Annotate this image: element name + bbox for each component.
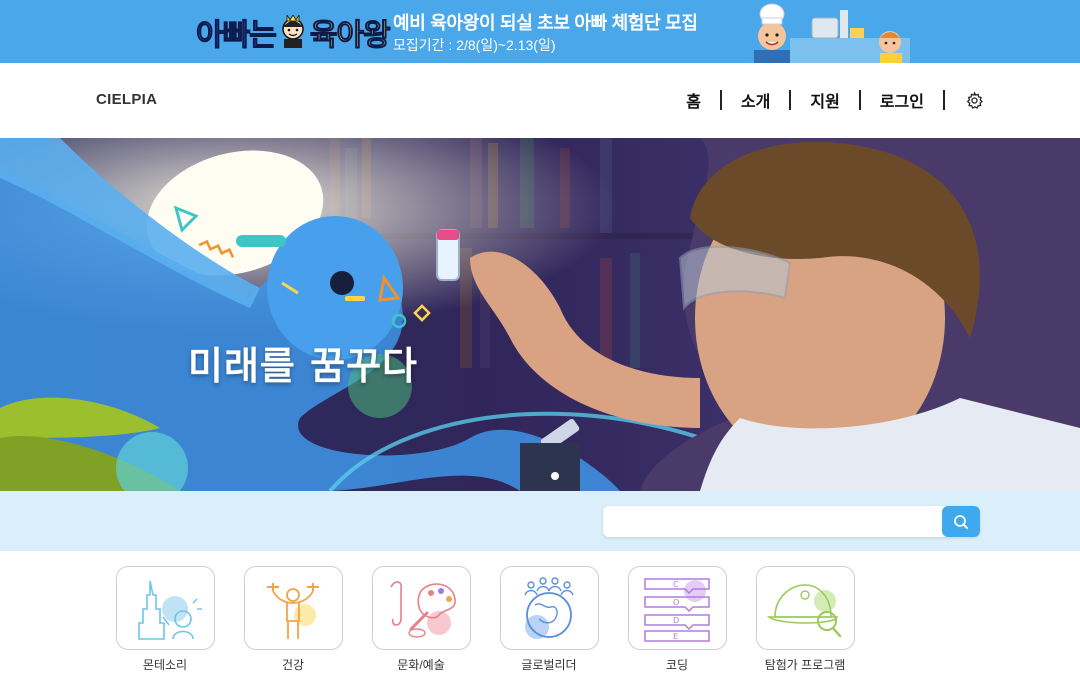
search-icon xyxy=(954,514,969,529)
promo-period: 모집기간 : 2/8(일)~2.13(일) xyxy=(393,37,556,53)
globe-icon xyxy=(524,577,574,639)
category-montessori[interactable]: 몬테소리 xyxy=(115,566,215,673)
category-card[interactable] xyxy=(371,566,471,650)
search-button[interactable] xyxy=(942,506,980,537)
category-health[interactable]: 건강 xyxy=(243,566,343,673)
search-input[interactable] xyxy=(603,506,943,537)
promo-logo: 아빠는 육아왕 xyxy=(196,6,391,58)
category-card[interactable] xyxy=(755,566,855,650)
nav-divider xyxy=(943,90,945,110)
brand-logo[interactable]: CIELPIA xyxy=(96,91,157,108)
gear-icon[interactable] xyxy=(964,90,984,110)
nav-login[interactable]: 로그인 xyxy=(880,88,924,112)
nav-support[interactable]: 지원 xyxy=(810,88,839,112)
explorer-icon xyxy=(766,584,842,638)
category-label: 글로벌리더 xyxy=(521,658,577,672)
art-icon xyxy=(390,581,456,638)
category-card[interactable]: C O D E xyxy=(627,566,727,650)
category-label: 건강 xyxy=(281,658,305,672)
promo-logo-part1: 아빠는 xyxy=(196,18,278,54)
carousel-indicator[interactable] xyxy=(551,472,559,480)
promo-text: 예비 육아왕이 되실 초보 아빠 체험단 모집 모집기간 : 2/8(일)~2.… xyxy=(393,12,698,55)
chef-dad-illustration xyxy=(754,3,910,63)
nav-about[interactable]: 소개 xyxy=(741,88,770,112)
category-culture-art[interactable]: 문화/예술 xyxy=(371,566,471,673)
main-nav: 홈 소개 지원 로그인 xyxy=(686,87,984,113)
promo-title: 예비 육아왕이 되실 초보 아빠 체험단 모집 xyxy=(393,13,698,33)
nav-divider xyxy=(719,90,722,110)
coding-icon: C O D E xyxy=(644,578,710,642)
hero-illustration xyxy=(0,138,1080,491)
category-list: 몬테소리 건강 문화/예술 글로벌리더 C O D E 코딩 탐험가 프로그램 xyxy=(115,566,883,673)
category-card[interactable] xyxy=(115,566,215,650)
search-box xyxy=(603,506,980,537)
montessori-icon xyxy=(138,580,202,640)
site-header: CIELPIA 홈 소개 지원 로그인 xyxy=(0,63,1080,138)
nav-divider xyxy=(789,90,792,110)
svg-text:E: E xyxy=(673,632,678,641)
category-card[interactable] xyxy=(499,566,599,650)
category-coding[interactable]: C O D E 코딩 xyxy=(627,566,727,673)
hero-banner: 미래를 꿈꾸다 xyxy=(0,138,1080,491)
category-label: 코딩 xyxy=(665,658,689,672)
category-global-leader[interactable]: 글로벌리더 xyxy=(499,566,599,673)
category-label: 문화/예술 xyxy=(397,658,445,672)
svg-text:C: C xyxy=(673,580,679,589)
nav-home[interactable]: 홈 xyxy=(686,88,701,112)
hero-title: 미래를 꿈꾸다 xyxy=(188,344,418,388)
dad-face-icon xyxy=(282,15,304,48)
category-label: 탐험가 프로그램 xyxy=(764,658,846,672)
health-icon xyxy=(267,583,319,639)
category-card[interactable] xyxy=(243,566,343,650)
search-section xyxy=(0,491,1080,551)
promo-logo-part2: 육아왕 xyxy=(309,18,391,54)
promo-banner[interactable]: 아빠는 육아왕 예비 육아왕이 되실 초보 아빠 체험단 모집 모집기간 : 2… xyxy=(0,0,1080,63)
nav-divider xyxy=(858,90,861,110)
category-label: 몬테소리 xyxy=(142,658,188,672)
svg-text:D: D xyxy=(673,616,679,625)
category-explorer-program[interactable]: 탐험가 프로그램 xyxy=(755,566,855,673)
svg-text:O: O xyxy=(673,598,679,607)
